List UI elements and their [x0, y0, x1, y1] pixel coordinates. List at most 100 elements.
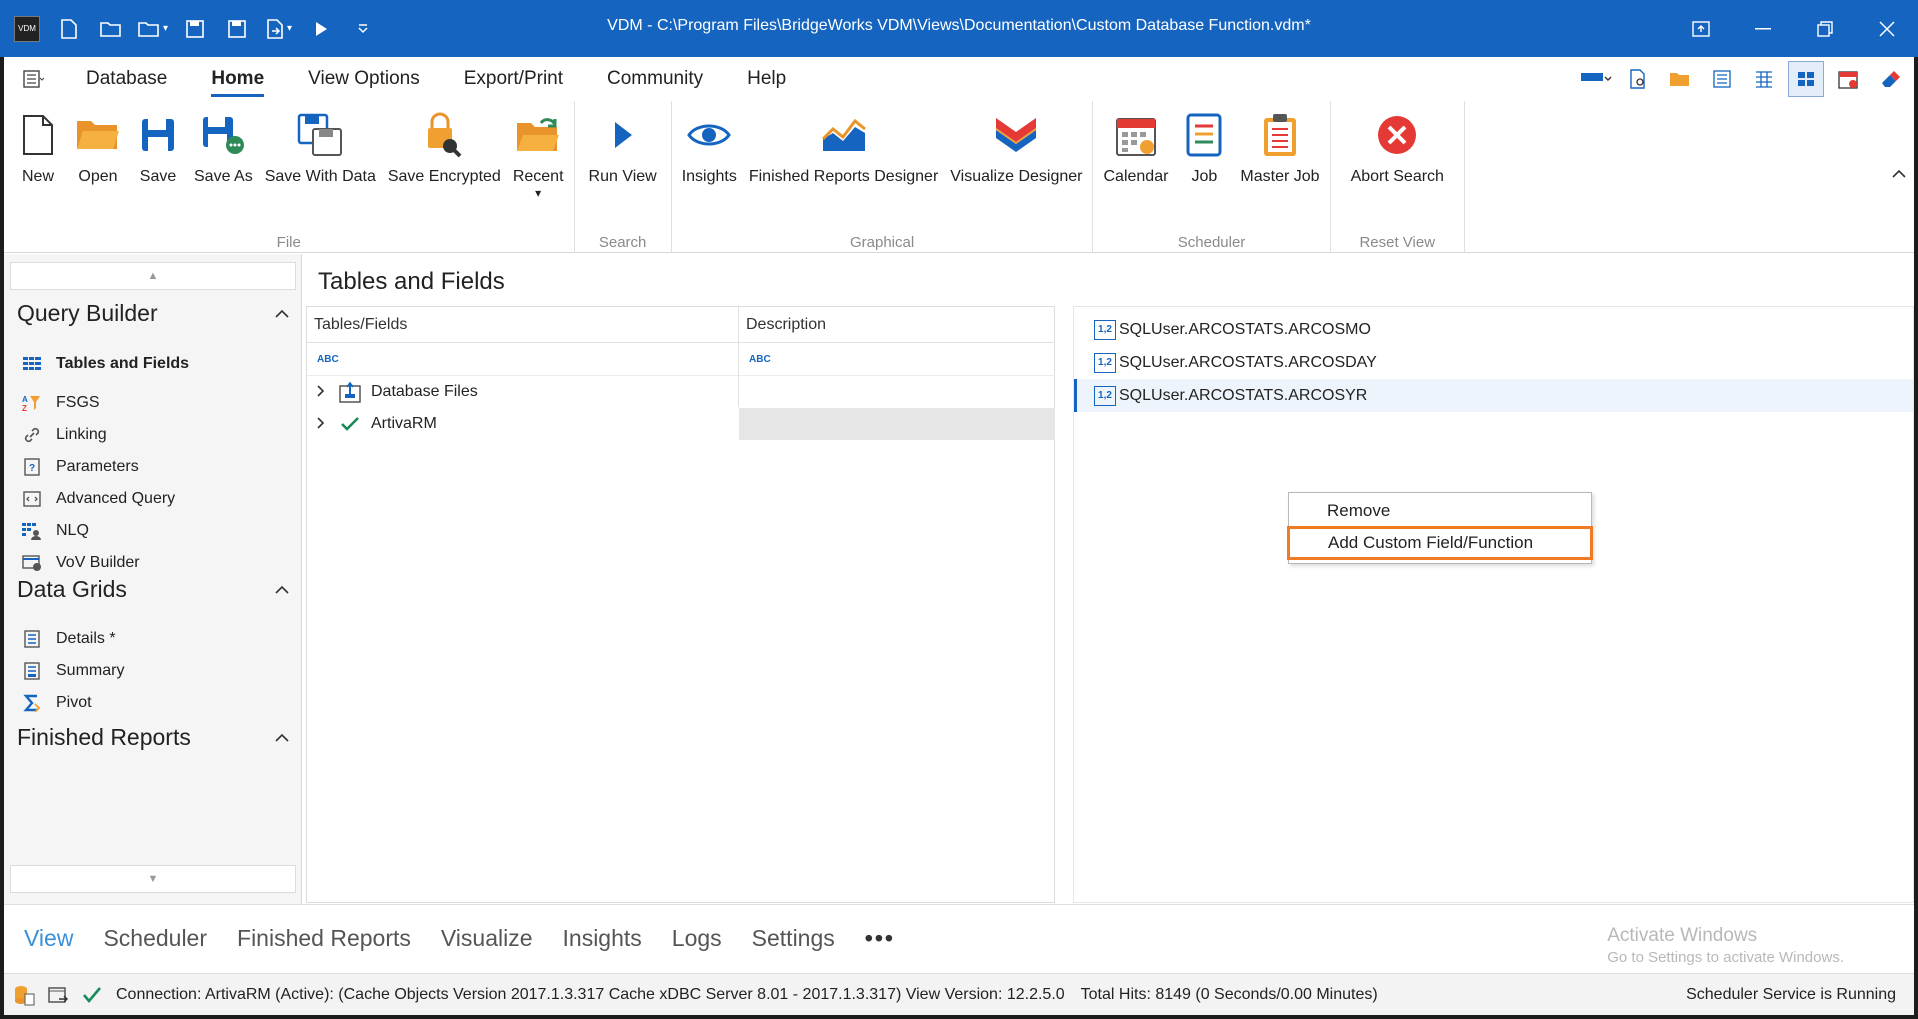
run-view-button[interactable]: Run View — [583, 101, 663, 253]
theme-color-icon[interactable] — [1578, 61, 1614, 97]
tree-row-artivarm[interactable]: ArtivaRM — [307, 408, 437, 440]
clipboard-icon — [1256, 107, 1304, 163]
nav-scroll-up[interactable]: ▲ — [10, 262, 296, 290]
filter-cell-tables-fields[interactable]: ABC — [307, 344, 738, 376]
nav-item-advanced-query[interactable]: Advanced Query — [22, 485, 175, 513]
abort-icon — [1373, 107, 1421, 163]
collapse-ribbon-icon[interactable] — [1892, 166, 1906, 182]
column-header-tables-fields[interactable]: Tables/Fields — [307, 307, 738, 343]
title-bar: VDM ▾ ▾ VDM - C:\Program Files\BridgeWor… — [0, 0, 1918, 57]
nav-item-nlq[interactable]: NLQ — [22, 517, 89, 545]
field-row-selected[interactable]: 1,2 SQLUser.ARCOSTATS.ARCOSYR — [1074, 379, 1913, 412]
nav-item-fsgs[interactable]: AZ FSGS — [22, 389, 100, 417]
ribbon-group-scheduler: Calendar Job Master Job Scheduler — [1093, 101, 1331, 253]
field-row[interactable]: 1,2 SQLUser.ARCOSTATS.ARCOSDAY — [1074, 346, 1913, 379]
customize-toolbar-icon[interactable] — [342, 9, 384, 49]
database-connection-icon[interactable] — [10, 981, 38, 1009]
tab-database[interactable]: Database — [64, 57, 189, 101]
recent-button[interactable]: Recent ▾ — [507, 101, 570, 253]
open-folder-icon[interactable] — [90, 9, 132, 49]
tab-community[interactable]: Community — [585, 57, 725, 101]
save-button[interactable]: Save — [128, 101, 188, 253]
export-icon[interactable]: ▾ — [258, 9, 300, 49]
folder-status-icon[interactable] — [44, 981, 72, 1009]
recent-dropdown-icon[interactable]: ▾ — [535, 184, 541, 203]
save-encrypted-button[interactable]: Save Encrypted — [382, 101, 507, 253]
vov-builder-icon — [22, 553, 42, 573]
ribbon-group-search: Run View Search — [575, 101, 672, 253]
filter-cell-description[interactable]: ABC — [739, 344, 1055, 376]
close-icon[interactable] — [1856, 0, 1918, 57]
section-finished-reports[interactable]: Finished Reports — [17, 724, 295, 751]
eraser-icon[interactable] — [1872, 61, 1908, 97]
chevron-up-icon[interactable] — [275, 305, 289, 323]
new-document-icon — [14, 107, 62, 163]
folder-icon[interactable] — [1662, 61, 1698, 97]
tab-view-options[interactable]: View Options — [286, 57, 442, 101]
section-query-builder[interactable]: Query Builder — [17, 300, 295, 327]
more-tabs-icon[interactable]: ••• — [865, 925, 895, 952]
maximize-icon[interactable] — [1794, 0, 1856, 57]
page-settings-icon[interactable] — [1620, 61, 1656, 97]
expand-chevron-icon[interactable] — [307, 384, 335, 400]
selected-fields-list: 1,2 SQLUser.ARCOSTATS.ARCOSMO 1,2 SQLUse… — [1073, 306, 1914, 903]
recent-folder-icon[interactable]: ▾ — [132, 9, 174, 49]
job-button[interactable]: Job — [1174, 101, 1234, 253]
save-as-icon — [199, 107, 247, 163]
nav-item-vov-builder[interactable]: VoV Builder — [22, 549, 140, 577]
tab-home[interactable]: Home — [189, 57, 286, 101]
tree-row-database-files[interactable]: Database Files — [307, 376, 478, 408]
save-icon[interactable] — [174, 9, 216, 49]
ribbon: New Open Save Save As Save With Data Sav… — [4, 101, 1914, 253]
context-menu: Remove Add Custom Field/Function — [1287, 492, 1593, 564]
finished-reports-designer-button[interactable]: Finished Reports Designer — [743, 101, 944, 253]
save-as-button[interactable]: Save As — [188, 101, 259, 253]
save-disk-icon — [134, 107, 182, 163]
calendar-button[interactable]: Calendar — [1097, 101, 1174, 253]
svg-text:A: A — [22, 395, 28, 404]
expand-chevron-icon[interactable] — [307, 416, 335, 432]
tiles-view-icon[interactable] — [1788, 61, 1824, 97]
new-file-icon[interactable] — [48, 9, 90, 49]
tab-scheduler[interactable]: Scheduler — [103, 925, 207, 952]
chevron-up-icon[interactable] — [275, 729, 289, 747]
master-job-button[interactable]: Master Job — [1234, 101, 1325, 253]
new-button[interactable]: New — [8, 101, 68, 253]
nav-item-tables-and-fields[interactable]: Tables and Fields — [22, 350, 189, 378]
tab-view[interactable]: View — [24, 925, 73, 952]
app-menu-icon[interactable] — [4, 59, 64, 99]
abort-search-button[interactable]: Abort Search — [1345, 101, 1450, 253]
tab-help[interactable]: Help — [725, 57, 808, 101]
menu-item-remove[interactable]: Remove — [1289, 494, 1591, 528]
minimize-icon[interactable] — [1732, 0, 1794, 57]
quick-access-toolbar: VDM ▾ ▾ — [0, 0, 384, 57]
tab-finished-reports[interactable]: Finished Reports — [237, 925, 411, 952]
field-row[interactable]: 1,2 SQLUser.ARCOSTATS.ARCOSMO — [1074, 313, 1913, 346]
nav-item-parameters[interactable]: ? Parameters — [22, 453, 139, 481]
tab-insights[interactable]: Insights — [563, 925, 642, 952]
save-as-icon[interactable] — [216, 9, 258, 49]
tab-logs[interactable]: Logs — [672, 925, 722, 952]
tab-visualize[interactable]: Visualize — [441, 925, 533, 952]
tab-export-print[interactable]: Export/Print — [442, 57, 585, 101]
list-view-icon[interactable] — [1704, 61, 1740, 97]
visualize-designer-button[interactable]: Visualize Designer — [944, 101, 1088, 253]
calendar-icon[interactable] — [1830, 61, 1866, 97]
open-button[interactable]: Open — [68, 101, 128, 253]
nav-item-pivot[interactable]: Pivot — [22, 689, 92, 717]
run-icon[interactable] — [300, 9, 342, 49]
grid-view-icon[interactable] — [1746, 61, 1782, 97]
menu-item-add-custom-field-function[interactable]: Add Custom Field/Function — [1287, 526, 1593, 560]
nav-item-details[interactable]: Details * — [22, 625, 116, 653]
nav-item-summary[interactable]: Summary — [22, 657, 124, 685]
section-data-grids[interactable]: Data Grids — [17, 576, 295, 603]
nav-scroll-down[interactable]: ▼ — [10, 865, 296, 893]
nav-item-linking[interactable]: Linking — [22, 421, 107, 449]
save-with-data-button[interactable]: Save With Data — [259, 101, 382, 253]
row-highlight — [739, 408, 1055, 440]
chevron-up-icon[interactable] — [275, 581, 289, 599]
insights-button[interactable]: Insights — [676, 101, 743, 253]
restore-layout-icon[interactable] — [1670, 0, 1732, 57]
tab-settings[interactable]: Settings — [752, 925, 835, 952]
column-header-description[interactable]: Description — [739, 307, 1055, 343]
